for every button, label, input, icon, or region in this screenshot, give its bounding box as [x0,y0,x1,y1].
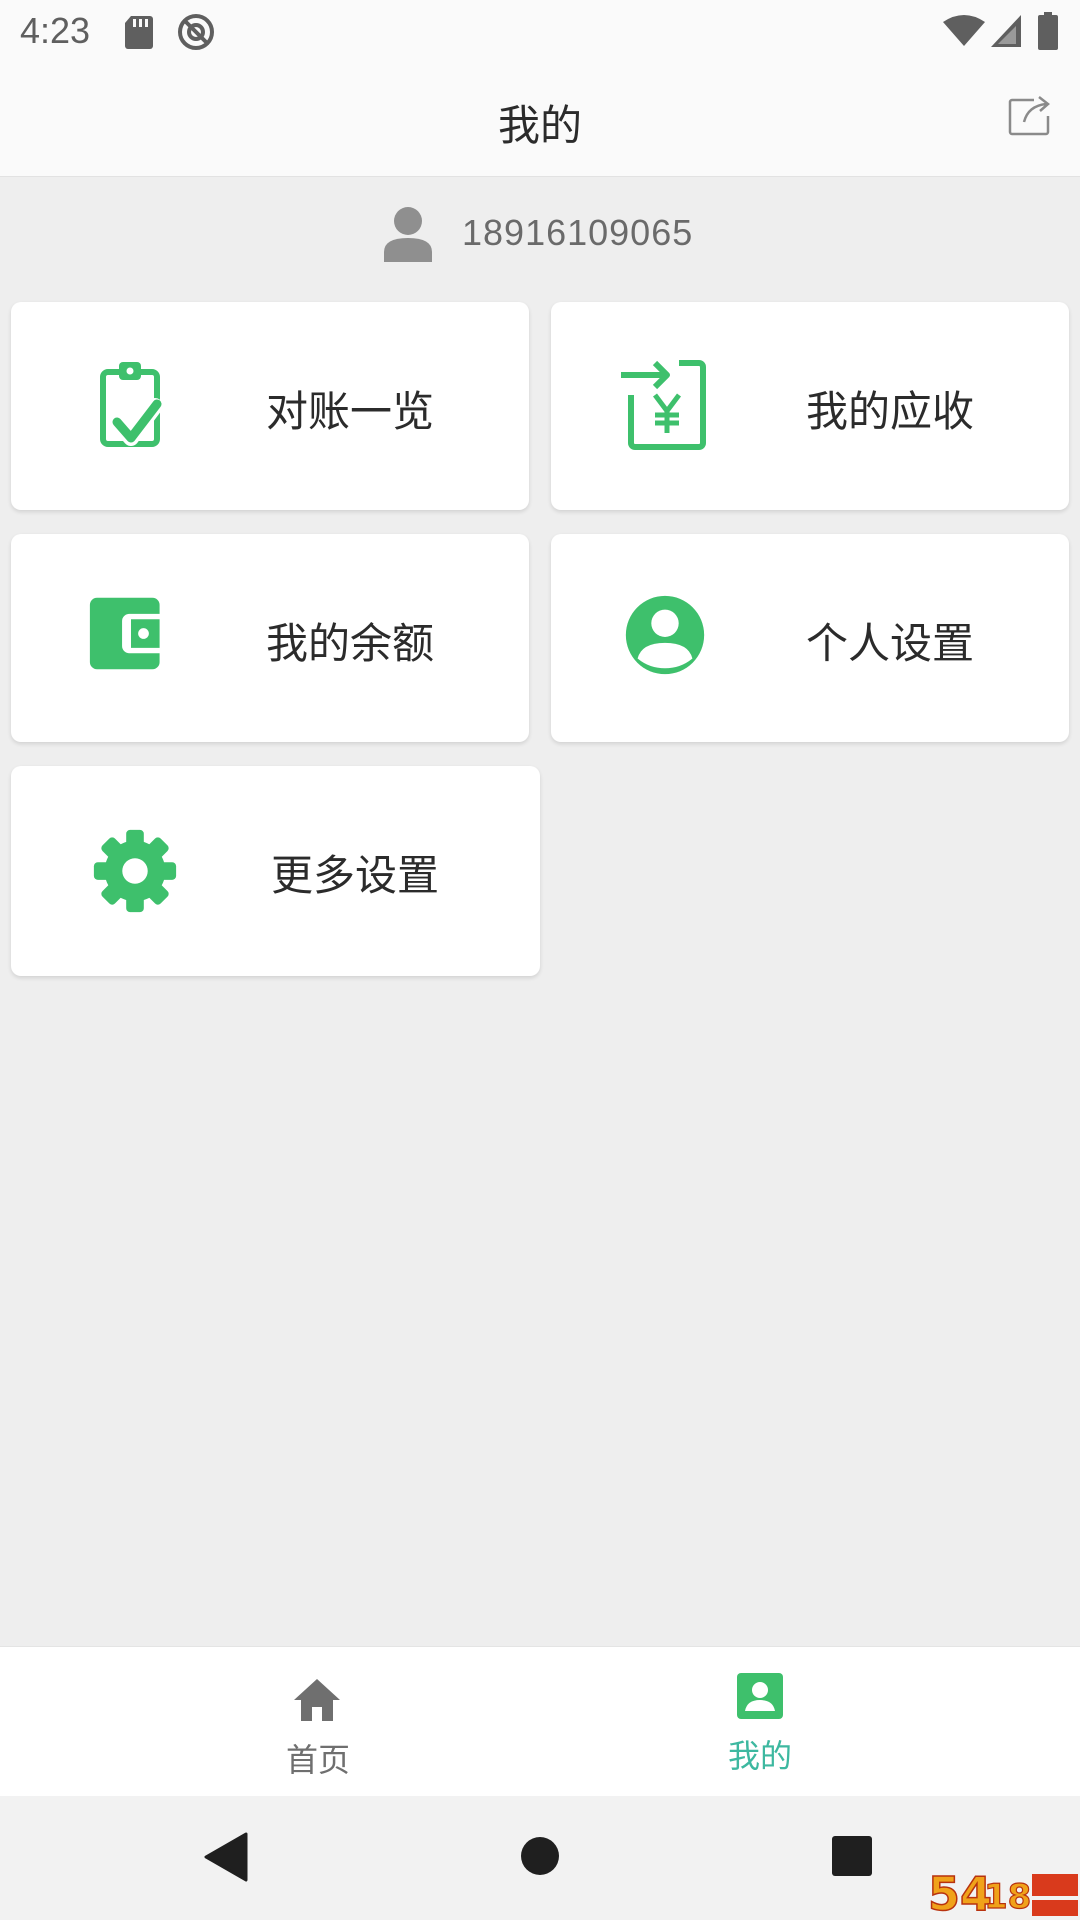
status-bar: 4:23 [0,0,1080,64]
card-personal-settings[interactable]: 个人设置 [551,534,1069,742]
wallet-icon [89,597,160,670]
card-reconciliation-overview[interactable]: 对账一览 [11,302,529,510]
no-disturb-icon [178,14,214,50]
card-label: 个人设置 [806,619,975,668]
home-icon [294,1679,340,1721]
bottom-nav: 首页 我的 [0,1646,1080,1797]
signal-icon [991,15,1021,47]
account-circle-icon [625,595,705,675]
card-more-settings[interactable]: 更多设置 [11,766,540,976]
clipboard-check-icon [100,362,163,447]
user-phone: 18916109065 [462,212,694,253]
tab-mine-label: 我的 [727,1737,792,1775]
site-watermark-logo: 54 18 [928,1868,1078,1920]
receivable-yuan-icon [621,360,706,450]
svg-text:54: 54 [928,1868,992,1920]
back-icon[interactable] [204,1832,248,1882]
wifi-icon [943,15,985,46]
battery-icon [1038,12,1058,50]
card-label: 我的应收 [806,387,975,436]
page-title: 我的 [497,101,582,150]
sd-card-icon [125,16,153,49]
card-label: 对账一览 [266,387,435,436]
card-label: 我的余额 [266,619,435,668]
app-header: 我的 [0,64,1080,177]
card-my-balance[interactable]: 我的余额 [11,534,529,742]
recents-icon[interactable] [832,1836,872,1876]
card-label: 更多设置 [271,851,440,900]
user-avatar-icon [384,207,432,262]
tab-mine[interactable]: 我的 [489,1647,1029,1797]
user-row: 18916109065 [0,200,1080,270]
status-time: 4:23 [20,10,91,51]
home-circle-icon[interactable] [520,1836,560,1876]
gear-icon [93,829,177,913]
account-box-icon [737,1673,783,1719]
share-icon[interactable] [1006,92,1054,140]
system-nav-bar [0,1796,1080,1920]
card-my-receivables[interactable]: 我的应收 [551,302,1069,510]
svg-text:18: 18 [984,1877,1031,1917]
